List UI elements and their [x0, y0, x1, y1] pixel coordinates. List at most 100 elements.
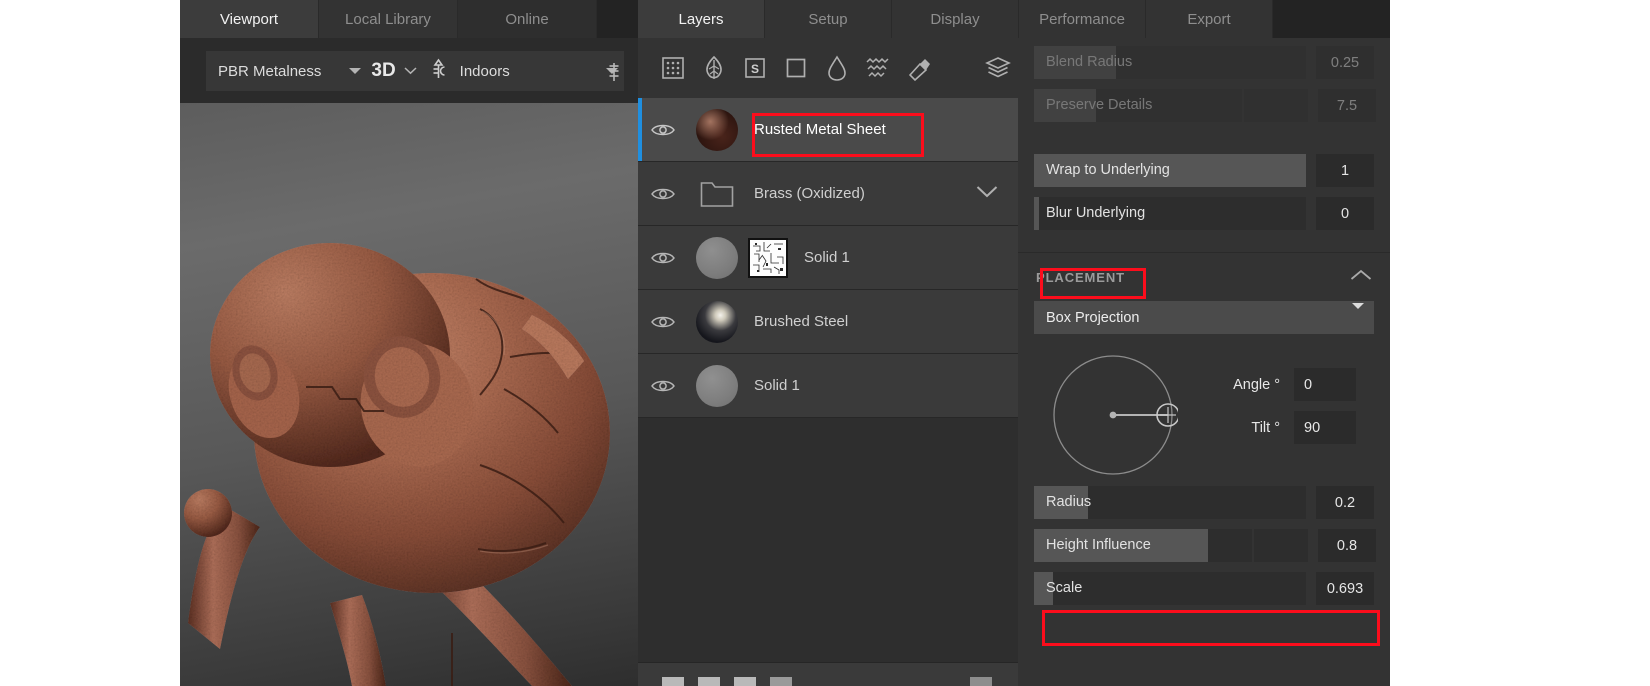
add-mask-button[interactable] [698, 677, 720, 686]
angle-input[interactable]: 0 [1294, 368, 1356, 401]
view-mode-label[interactable]: 3D [371, 60, 395, 82]
height-influence-value[interactable]: 0.8 [1318, 529, 1376, 562]
wrap-to-underlying-value[interactable]: 1 [1316, 154, 1374, 187]
delete-layer-button[interactable] [770, 677, 792, 686]
layer-options-button[interactable] [970, 677, 992, 686]
tab-export[interactable]: Export [1146, 0, 1273, 38]
radius-value[interactable]: 0.2 [1316, 486, 1374, 519]
layer-thumbnail[interactable] [696, 108, 738, 151]
environment-label[interactable]: Indoors [460, 63, 510, 80]
projection-dropdown[interactable]: Box Projection [1034, 301, 1374, 334]
tilt-row: Tilt ° 90 [1218, 411, 1356, 444]
properties-panel: Blend Radius 0.25 Preserve Details 7.5 W… [1018, 38, 1390, 686]
caret-down-icon[interactable] [1352, 302, 1364, 327]
eye-icon[interactable] [638, 378, 688, 394]
property-label: Radius [1046, 494, 1092, 510]
tab-setup-label: Setup [808, 10, 848, 28]
waves-icon[interactable] [857, 38, 898, 98]
tab-viewport[interactable]: Viewport [180, 0, 319, 38]
tab-display-label: Display [930, 10, 980, 28]
viewport-tab-bar: Viewport Local Library Online [180, 0, 638, 38]
eye-icon[interactable] [638, 314, 688, 330]
grid-pattern-icon[interactable] [652, 38, 693, 98]
blur-underlying-slider[interactable]: Blur Underlying [1034, 197, 1306, 230]
table-row[interactable]: Brass (Oxidized) [638, 162, 1018, 226]
layer-name-label[interactable]: Solid 1 [788, 249, 850, 266]
blend-radius-value[interactable]: 0.25 [1316, 46, 1374, 79]
property-label: Height Influence [1046, 537, 1151, 553]
property-row-scale[interactable]: Scale 0.693 [1034, 572, 1374, 605]
tab-local-library[interactable]: Local Library [319, 0, 458, 38]
eye-icon[interactable] [638, 186, 688, 202]
property-row-height-influence[interactable]: Height Influence 0.8 [1034, 529, 1376, 562]
shader-selector-label[interactable]: PBR Metalness [206, 63, 321, 80]
layer-name-label[interactable]: Brass (Oxidized) [738, 185, 865, 202]
property-row-blur-underlying[interactable]: Blur Underlying 0 [1034, 197, 1374, 230]
angle-tilt-dial[interactable] [1048, 350, 1198, 485]
square-fill-icon[interactable] [775, 38, 816, 98]
preserve-details-slider[interactable]: Preserve Details [1034, 89, 1242, 122]
layer-thumbnail[interactable] [696, 236, 738, 279]
blur-underlying-value[interactable]: 0 [1316, 197, 1374, 230]
height-influence-slider[interactable]: Height Influence [1034, 529, 1252, 562]
viewport-canvas[interactable] [180, 103, 638, 686]
layers-footer-toolbar [638, 662, 1018, 686]
layer-mask-thumbnail[interactable] [748, 237, 788, 278]
svg-text:S: S [750, 62, 758, 76]
tab-setup[interactable]: Setup [765, 0, 892, 38]
property-label: Scale [1046, 580, 1083, 596]
chevron-down-icon[interactable] [404, 62, 417, 80]
tab-performance[interactable]: Performance [1019, 0, 1146, 38]
props-gap [1018, 132, 1390, 154]
layer-name-label[interactable]: Brushed Steel [738, 313, 848, 330]
wrap-to-underlying-slider[interactable]: Wrap to Underlying [1034, 154, 1306, 187]
chevron-up-icon[interactable] [1350, 268, 1372, 286]
viewport-column: PBR Metalness 3D Indoors [180, 38, 638, 686]
add-group-button[interactable] [734, 677, 756, 686]
tilt-input[interactable]: 90 [1294, 411, 1356, 444]
add-layer-button[interactable] [662, 677, 684, 686]
property-label: Preserve Details [1046, 97, 1153, 113]
layer-stack-icon[interactable] [977, 38, 1018, 98]
folder-icon[interactable] [696, 173, 738, 215]
layer-list-empty-area[interactable] [638, 418, 1018, 634]
layer-thumbnail[interactable] [696, 364, 738, 407]
blend-radius-slider[interactable]: Blend Radius [1034, 46, 1306, 79]
eye-icon[interactable] [638, 122, 688, 138]
layer-name-label[interactable]: Solid 1 [738, 377, 800, 394]
table-row[interactable]: Solid 1 [638, 226, 1018, 290]
eye-icon[interactable] [638, 250, 688, 266]
placement-section-header[interactable]: PLACEMENT [1018, 253, 1390, 301]
table-row[interactable]: Solid 1 [638, 354, 1018, 418]
tab-layers[interactable]: Layers [638, 0, 765, 38]
smart-material-icon[interactable]: S [734, 38, 775, 98]
radius-slider[interactable]: Radius [1034, 486, 1306, 519]
property-row-radius[interactable]: Radius 0.2 [1034, 486, 1374, 519]
preserve-details-extra-box[interactable] [1244, 89, 1308, 122]
layer-name-label[interactable]: Rusted Metal Sheet [738, 121, 886, 138]
pin-icon[interactable] [608, 62, 620, 87]
chevron-down-icon[interactable] [976, 185, 998, 203]
tilt-label: Tilt ° [1251, 419, 1280, 436]
paint-brush-icon[interactable] [898, 38, 939, 98]
scale-slider[interactable]: Scale [1034, 572, 1306, 605]
table-row[interactable]: Rusted Metal Sheet [638, 98, 1018, 162]
property-row-blend-radius[interactable]: Blend Radius 0.25 [1034, 46, 1374, 79]
environment-icon[interactable] [429, 58, 448, 85]
leaf-icon[interactable] [693, 38, 734, 98]
droplet-icon[interactable] [816, 38, 857, 98]
height-influence-extra-box[interactable] [1254, 529, 1308, 562]
property-row-preserve-details[interactable]: Preserve Details 7.5 [1034, 89, 1376, 122]
caret-down-icon[interactable] [349, 68, 362, 74]
property-row-wrap-to-underlying[interactable]: Wrap to Underlying 1 [1034, 154, 1374, 187]
tab-viewport-label: Viewport [219, 10, 279, 28]
scale-value[interactable]: 0.693 [1316, 572, 1374, 605]
table-row[interactable]: Brushed Steel [638, 290, 1018, 354]
property-label: Wrap to Underlying [1046, 162, 1170, 178]
property-label: Blur Underlying [1046, 205, 1146, 221]
tab-local-library-label: Local Library [345, 10, 431, 28]
preserve-details-value[interactable]: 7.5 [1318, 89, 1376, 122]
tab-display[interactable]: Display [892, 0, 1019, 38]
layer-thumbnail[interactable] [696, 300, 738, 343]
tab-online[interactable]: Online [458, 0, 597, 38]
